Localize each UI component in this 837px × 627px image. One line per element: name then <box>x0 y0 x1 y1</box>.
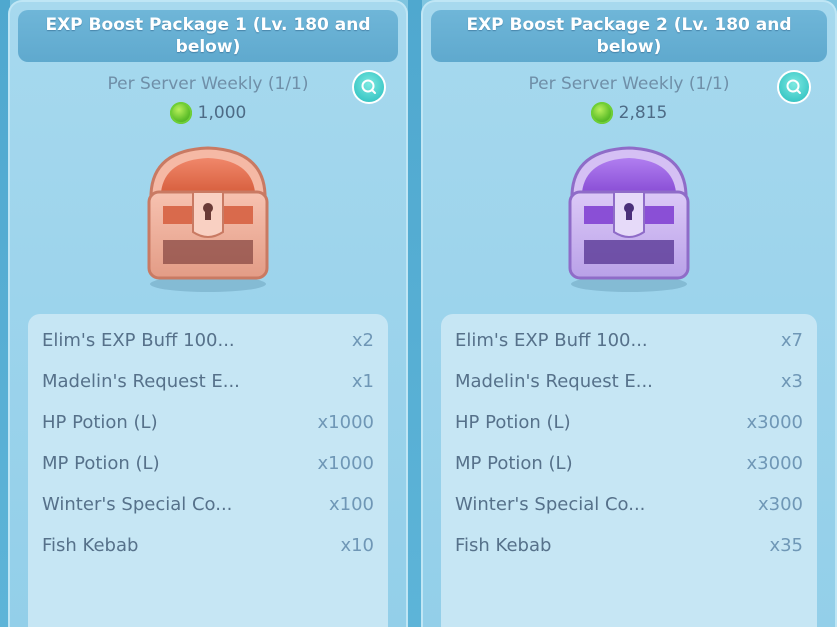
item-qty: x2 <box>351 330 374 351</box>
treasure-chest-icon <box>568 146 690 292</box>
item-name: Winter's Special Co... <box>42 494 233 515</box>
list-item: Elim's EXP Buff 100... x7 <box>441 320 817 361</box>
item-list: Elim's EXP Buff 100... x7 Madelin's Requ… <box>441 314 817 627</box>
price-value: 2,815 <box>618 103 668 123</box>
item-name: Fish Kebab <box>455 535 552 556</box>
item-name: Madelin's Request E... <box>455 371 653 392</box>
list-item: Madelin's Request E... x3 <box>441 361 817 402</box>
green-coin-icon <box>590 102 613 124</box>
magnifier-icon[interactable] <box>352 70 386 104</box>
item-qty: x10 <box>340 535 374 556</box>
item-qty: x7 <box>780 330 803 351</box>
item-qty: x1000 <box>317 453 374 474</box>
chest-image <box>423 132 835 302</box>
price-value: 1,000 <box>197 103 247 123</box>
list-item: MP Potion (L) x3000 <box>441 443 817 484</box>
item-name: Winter's Special Co... <box>455 494 646 515</box>
list-item: Fish Kebab x35 <box>441 525 817 566</box>
list-item: HP Potion (L) x1000 <box>28 402 388 443</box>
list-item: Winter's Special Co... x300 <box>441 484 817 525</box>
package-card-2[interactable]: EXP Boost Package 2 (Lv. 180 and below) … <box>421 0 837 627</box>
package-title: EXP Boost Package 1 (Lv. 180 and below) <box>18 10 398 62</box>
treasure-chest-icon <box>147 146 269 292</box>
list-item: MP Potion (L) x1000 <box>28 443 388 484</box>
item-name: HP Potion (L) <box>455 412 571 433</box>
chest-image <box>10 132 406 302</box>
item-name: MP Potion (L) <box>42 453 160 474</box>
magnifier-icon[interactable] <box>777 70 811 104</box>
item-name: Madelin's Request E... <box>42 371 240 392</box>
list-item: Madelin's Request E... x1 <box>28 361 388 402</box>
price: 1,000 <box>10 102 406 124</box>
list-item: Elim's EXP Buff 100... x2 <box>28 320 388 361</box>
package-title: EXP Boost Package 2 (Lv. 180 and below) <box>431 10 827 62</box>
green-coin-icon <box>169 102 192 124</box>
item-qty: x1 <box>351 371 374 392</box>
purchase-limit: Per Server Weekly (1/1) <box>528 74 730 94</box>
item-qty: x1000 <box>317 412 374 433</box>
package-card-1[interactable]: EXP Boost Package 1 (Lv. 180 and below) … <box>8 0 408 627</box>
list-item: Fish Kebab x10 <box>28 525 388 566</box>
item-name: Elim's EXP Buff 100... <box>455 330 648 351</box>
item-qty: x35 <box>769 535 803 556</box>
purchase-limit: Per Server Weekly (1/1) <box>107 74 309 94</box>
item-qty: x3000 <box>746 412 803 433</box>
list-item: HP Potion (L) x3000 <box>441 402 817 443</box>
list-item: Winter's Special Co... x100 <box>28 484 388 525</box>
item-name: HP Potion (L) <box>42 412 158 433</box>
card-divider <box>408 0 422 627</box>
item-name: Elim's EXP Buff 100... <box>42 330 235 351</box>
item-list: Elim's EXP Buff 100... x2 Madelin's Requ… <box>28 314 388 627</box>
item-qty: x3 <box>780 371 803 392</box>
item-name: MP Potion (L) <box>455 453 573 474</box>
price: 2,815 <box>423 102 835 124</box>
item-qty: x300 <box>757 494 803 515</box>
item-qty: x100 <box>328 494 374 515</box>
item-name: Fish Kebab <box>42 535 139 556</box>
item-qty: x3000 <box>746 453 803 474</box>
